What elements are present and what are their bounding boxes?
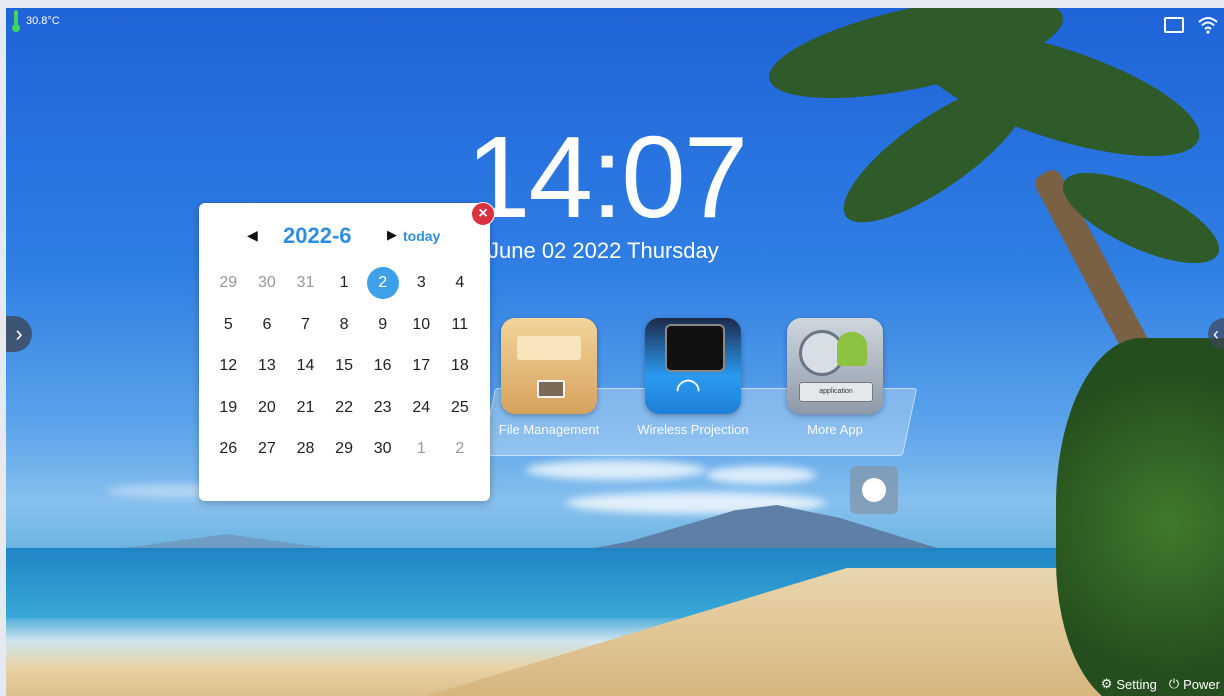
calendar-day-selected[interactable]: 2 xyxy=(363,267,402,299)
setting-label: Setting xyxy=(1116,676,1157,692)
calendar-day[interactable]: 22 xyxy=(325,392,364,424)
calendar-week: 12 13 14 15 16 17 18 xyxy=(209,350,485,392)
file-cabinet-icon[interactable] xyxy=(501,318,597,414)
calendar-day[interactable]: 8 xyxy=(325,309,364,341)
cloud xyxy=(706,466,816,484)
calendar-day[interactable]: 14 xyxy=(286,350,325,382)
calendar-week: 26 27 28 29 30 1 2 xyxy=(209,433,485,475)
calendar-day[interactable]: 11 xyxy=(441,309,480,341)
calendar-month: 2022-6 xyxy=(283,223,352,248)
usb-icon xyxy=(1164,17,1184,33)
calendar-day[interactable]: 18 xyxy=(441,350,480,382)
next-month-button[interactable]: ▶ xyxy=(387,227,397,243)
calendar-day[interactable]: 15 xyxy=(325,350,364,382)
calendar-day[interactable]: 13 xyxy=(248,350,287,382)
power-label: Power xyxy=(1183,676,1220,692)
app-file-management[interactable]: File Management xyxy=(484,318,614,437)
close-calendar-button[interactable]: × xyxy=(471,202,495,226)
app-more-app[interactable]: application More App xyxy=(770,318,900,437)
calendar-day[interactable]: 27 xyxy=(248,433,287,465)
calendar-day[interactable]: 28 xyxy=(286,433,325,465)
setting-button[interactable]: ⚙ Setting xyxy=(1101,676,1157,692)
calendar-day[interactable]: 12 xyxy=(209,350,248,382)
calendar-grid: 29 30 31 1 2 3 4 5 6 7 8 9 10 11 12 13 1… xyxy=(209,267,485,475)
calendar-header: ◀ 2022-6 ▶ today xyxy=(199,223,490,249)
calendar-day[interactable]: 1 xyxy=(325,267,364,299)
clock-time: 14:07 xyxy=(466,112,748,242)
circle-icon xyxy=(862,478,886,502)
calendar-day[interactable]: 17 xyxy=(402,350,441,382)
app-wireless-projection[interactable]: ◠ Wireless Projection xyxy=(628,318,758,437)
calendar-day[interactable]: 3 xyxy=(402,267,441,299)
power-button[interactable]: ⏻ Power xyxy=(1169,676,1220,692)
cloud xyxy=(526,460,706,480)
status-icons xyxy=(1164,16,1218,34)
calendar-day[interactable]: 1 xyxy=(402,433,441,465)
gear-icon: ⚙ xyxy=(1100,676,1113,691)
calendar-day[interactable]: 20 xyxy=(248,392,287,424)
calendar-widget: ◀ 2022-6 ▶ today 29 30 31 1 2 3 4 5 6 7 … xyxy=(199,203,490,501)
calendar-day[interactable]: 30 xyxy=(363,433,402,465)
calendar-day[interactable]: 16 xyxy=(363,350,402,382)
calendar-day[interactable]: 29 xyxy=(209,267,248,299)
more-app-icon[interactable]: application xyxy=(787,318,883,414)
calendar-day[interactable]: 30 xyxy=(248,267,287,299)
calendar-week: 19 20 21 22 23 24 25 xyxy=(209,392,485,434)
bush xyxy=(1056,338,1224,696)
calendar-day[interactable]: 21 xyxy=(286,392,325,424)
calendar-week: 29 30 31 1 2 3 4 xyxy=(209,267,485,309)
floating-action-button[interactable] xyxy=(850,466,898,514)
clock-date: June 02 2022 Thursday xyxy=(488,238,719,263)
power-icon: ⏻ xyxy=(1168,676,1180,691)
calendar-day[interactable]: 2 xyxy=(441,433,480,465)
previous-month-button[interactable]: ◀ xyxy=(247,227,258,244)
calendar-day[interactable]: 29 xyxy=(325,433,364,465)
frame-top xyxy=(0,0,1224,8)
calendar-week: 5 6 7 8 9 10 11 xyxy=(209,309,485,351)
thermometer-icon xyxy=(12,10,20,32)
calendar-day[interactable]: 25 xyxy=(441,392,480,424)
calendar-day[interactable]: 10 xyxy=(402,309,441,341)
today-button[interactable]: today xyxy=(403,228,440,244)
app-label: File Management xyxy=(498,422,600,437)
calendar-day[interactable]: 31 xyxy=(286,267,325,299)
app-label: Wireless Projection xyxy=(637,422,749,437)
calendar-day[interactable]: 9 xyxy=(363,309,402,341)
calendar-day[interactable]: 24 xyxy=(402,392,441,424)
calendar-day[interactable]: 26 xyxy=(209,433,248,465)
system-actions: ⚙ Setting ⏻ Power xyxy=(1101,676,1220,692)
app-label: More App xyxy=(807,422,863,437)
calendar-day[interactable]: 4 xyxy=(441,267,480,299)
calendar-day[interactable]: 23 xyxy=(363,392,402,424)
calendar-day[interactable]: 6 xyxy=(248,309,287,341)
wifi-icon xyxy=(1198,17,1218,34)
calendar-day[interactable]: 19 xyxy=(209,392,248,424)
calendar-day[interactable]: 7 xyxy=(286,309,325,341)
calendar-day[interactable]: 5 xyxy=(209,309,248,341)
wireless-projection-icon[interactable]: ◠ xyxy=(645,318,741,414)
temperature-indicator: 30.8°C xyxy=(12,10,60,32)
temperature-value: 30.8°C xyxy=(26,15,60,27)
